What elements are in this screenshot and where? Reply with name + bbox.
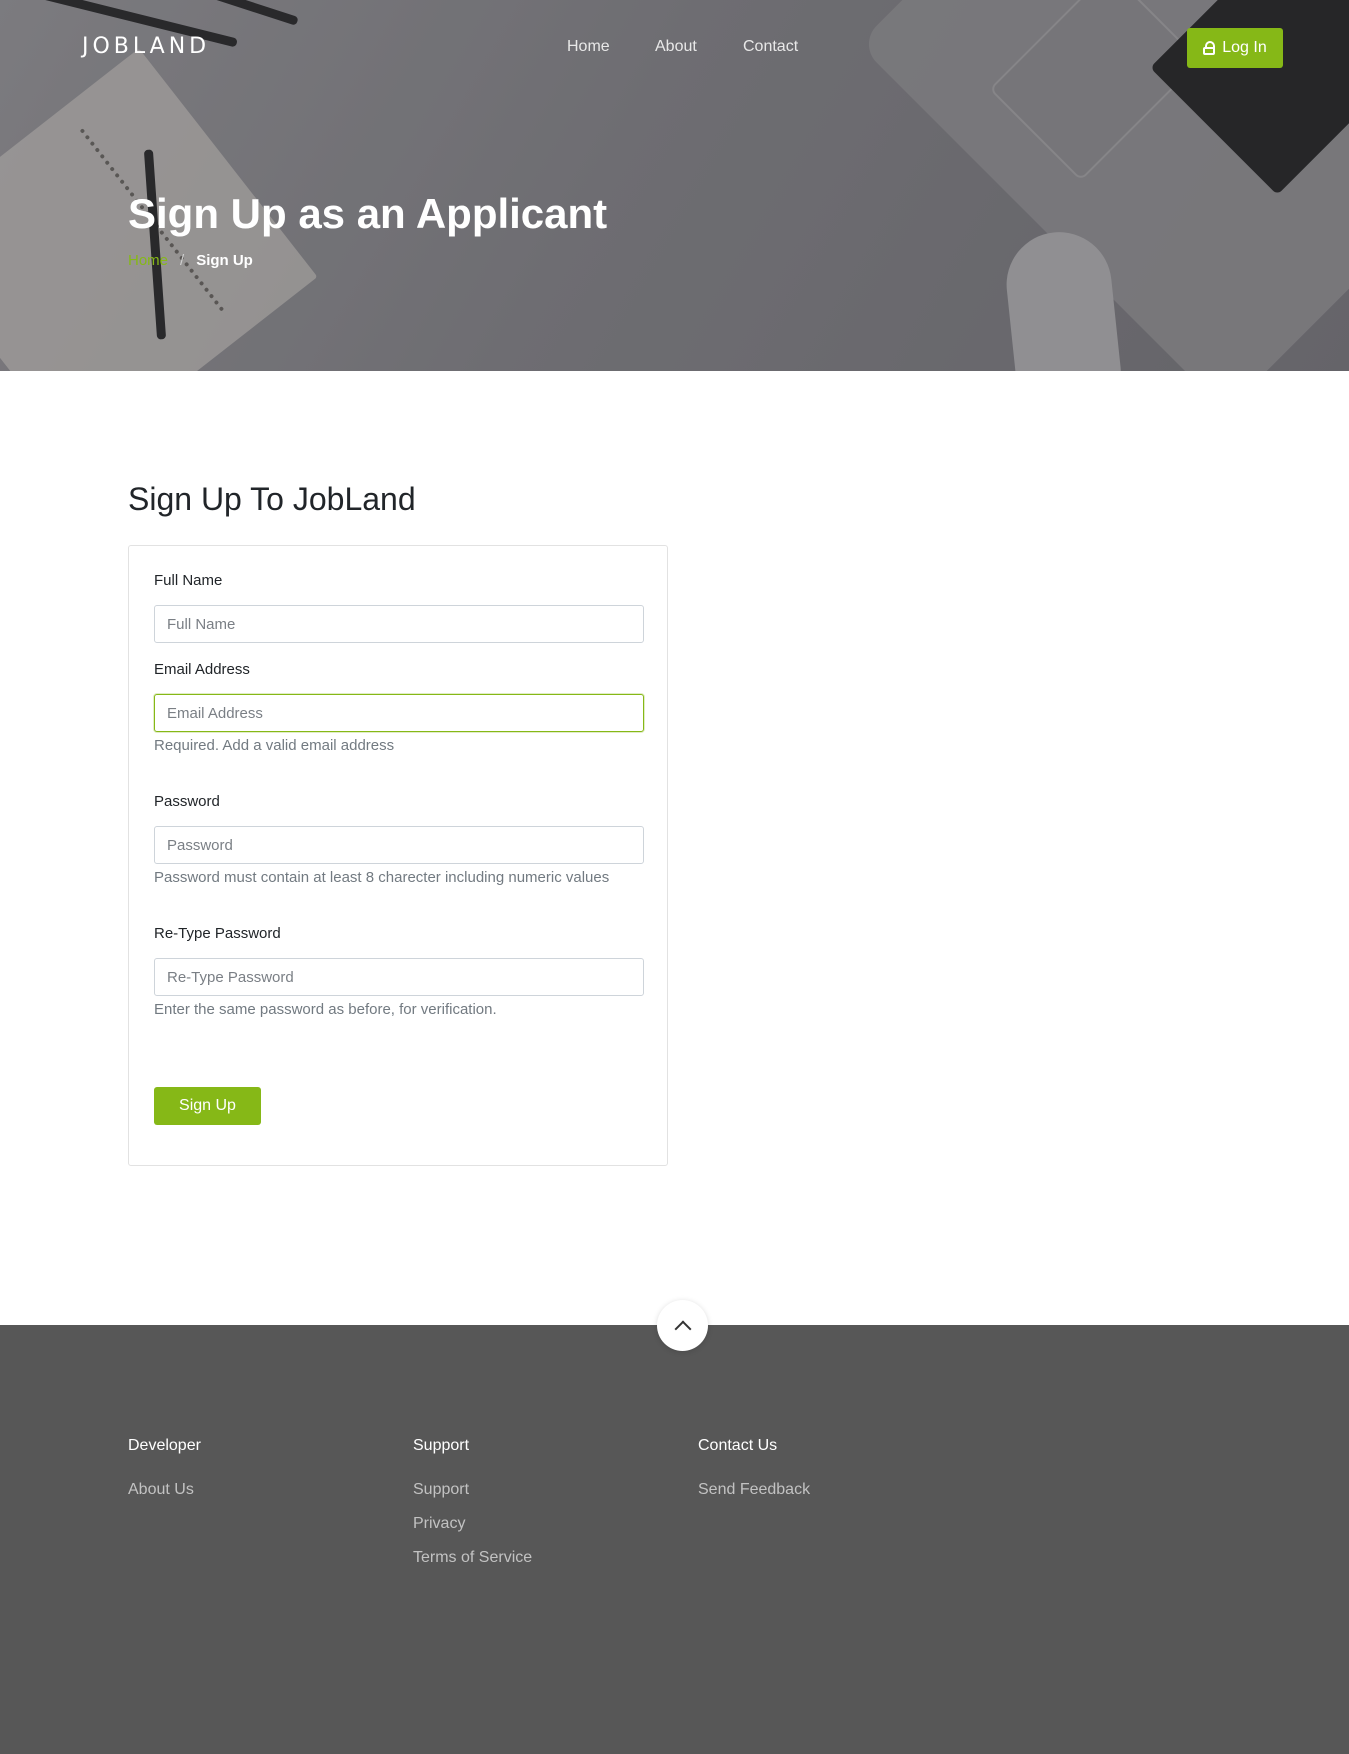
footer-link-about-us[interactable]: About Us bbox=[128, 1481, 201, 1499]
email-input[interactable] bbox=[154, 694, 644, 732]
lock-icon bbox=[1203, 41, 1216, 55]
footer-link-terms[interactable]: Terms of Service bbox=[413, 1549, 532, 1567]
footer-column-title: Contact Us bbox=[698, 1437, 778, 1454]
page-title: Sign Up as an Applicant bbox=[128, 190, 608, 237]
footer-column-title: Support bbox=[413, 1437, 470, 1454]
footer-link-privacy[interactable]: Privacy bbox=[413, 1515, 532, 1533]
signup-button[interactable]: Sign Up bbox=[154, 1087, 261, 1125]
signup-form: Full Name Email Address Required. Add a … bbox=[128, 545, 668, 1166]
breadcrumb-separator: / bbox=[180, 252, 185, 269]
login-button[interactable]: Log In bbox=[1187, 28, 1283, 68]
breadcrumb-current: Sign Up bbox=[196, 252, 253, 269]
password-label: Password bbox=[154, 793, 220, 810]
retype-password-help-text: Enter the same password as before, for v… bbox=[154, 1001, 497, 1018]
breadcrumb: Home / Sign Up bbox=[128, 252, 253, 269]
hero-banner: JOBLAND Home About Contact Log In Sign U… bbox=[0, 0, 1349, 371]
footer-column-title: Developer bbox=[128, 1437, 201, 1454]
full-name-input[interactable] bbox=[154, 605, 644, 643]
footer-link-support[interactable]: Support bbox=[413, 1481, 532, 1499]
footer-link-send-feedback[interactable]: Send Feedback bbox=[698, 1481, 810, 1499]
login-label: Log In bbox=[1222, 39, 1267, 56]
email-help-text: Required. Add a valid email address bbox=[154, 737, 395, 754]
footer-column-contact: Contact Us Send Feedback bbox=[698, 1437, 810, 1515]
nav-about[interactable]: About bbox=[655, 38, 697, 56]
nav-home[interactable]: Home bbox=[567, 38, 610, 56]
chevron-up-icon bbox=[674, 1320, 691, 1337]
email-label: Email Address bbox=[154, 661, 250, 678]
footer bbox=[0, 1325, 1349, 1754]
breadcrumb-home[interactable]: Home bbox=[128, 252, 168, 269]
password-help-text: Password must contain at least 8 charect… bbox=[154, 869, 610, 886]
full-name-label: Full Name bbox=[154, 572, 223, 589]
password-input[interactable] bbox=[154, 826, 644, 864]
back-to-top-button[interactable] bbox=[657, 1300, 708, 1351]
footer-column-support: Support Support Privacy Terms of Service bbox=[413, 1437, 532, 1583]
retype-password-label: Re-Type Password bbox=[154, 925, 281, 942]
nav-contact[interactable]: Contact bbox=[743, 38, 798, 56]
site-logo[interactable]: JOBLAND bbox=[82, 34, 210, 59]
footer-column-developer: Developer About Us bbox=[128, 1437, 201, 1515]
retype-password-input[interactable] bbox=[154, 958, 644, 996]
form-heading: Sign Up To JobLand bbox=[128, 481, 416, 517]
